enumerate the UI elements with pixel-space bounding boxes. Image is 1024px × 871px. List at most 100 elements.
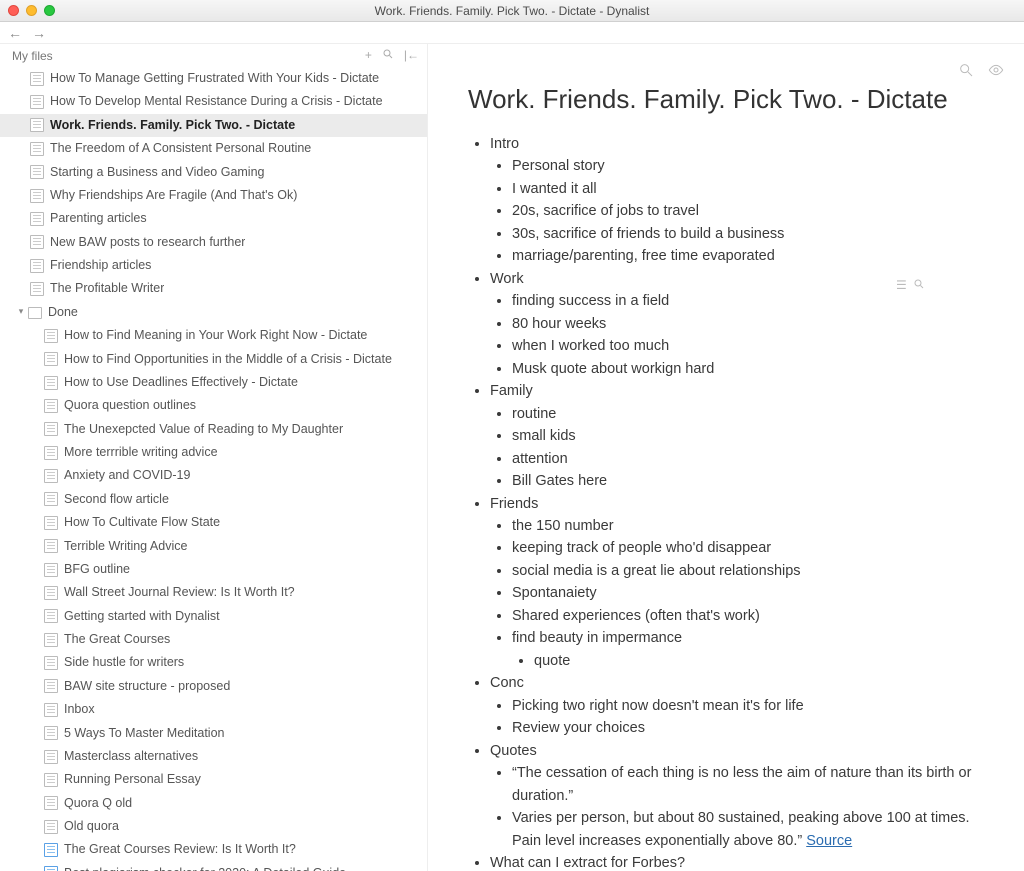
bullet-section[interactable]: What can I extract for Forbes?dictate th…	[490, 852, 984, 871]
file-label: Running Personal Essay	[64, 770, 201, 789]
sidebar-file[interactable]: How To Cultivate Flow State	[0, 511, 427, 534]
file-label: The Great Courses Review: Is It Worth It…	[64, 840, 296, 859]
sidebar-file[interactable]: The Unexepcted Value of Reading to My Da…	[0, 418, 427, 441]
bullet-item[interactable]: 80 hour weeks	[512, 313, 984, 335]
bullet-item[interactable]: attention	[512, 448, 984, 470]
file-label: Best plagiarism checker for 2020: A Deta…	[64, 864, 346, 871]
bullet-item[interactable]: Bill Gates here	[512, 470, 984, 492]
bullet-item[interactable]: I wanted it all	[512, 178, 984, 200]
sidebar-folder-done[interactable]: ▾Done	[0, 301, 427, 324]
sidebar-file[interactable]: New BAW posts to research further	[0, 231, 427, 254]
bullet-item[interactable]: Varies per person, but about 80 sustaine…	[512, 807, 984, 852]
sidebar-file[interactable]: The Profitable Writer	[0, 277, 427, 300]
sidebar-file[interactable]: Quora question outlines	[0, 394, 427, 417]
bullet-section[interactable]: ConcPicking two right now doesn't mean i…	[490, 672, 984, 739]
file-label: Getting started with Dynalist	[64, 607, 220, 626]
sidebar-actions: + |←	[365, 48, 419, 63]
file-tree[interactable]: How To Manage Getting Frustrated With Yo…	[0, 67, 427, 871]
bullet-item[interactable]: 20s, sacrifice of jobs to travel	[512, 200, 984, 222]
bullet-item[interactable]: Personal story	[512, 155, 984, 177]
sidebar-file[interactable]: BAW site structure - proposed	[0, 675, 427, 698]
sidebar-file[interactable]: Masterclass alternatives	[0, 745, 427, 768]
new-file-button[interactable]: +	[365, 48, 372, 63]
folder-label: Done	[48, 303, 78, 322]
sidebar-search-button[interactable]	[382, 48, 394, 63]
bullet-item[interactable]: find beauty in impermancequote	[512, 627, 984, 672]
bullet-item[interactable]: quote	[534, 650, 984, 672]
sidebar-file[interactable]: More terrrible writing advice	[0, 441, 427, 464]
sidebar-file[interactable]: Inbox	[0, 698, 427, 721]
sidebar-title: My files	[12, 49, 53, 63]
bullet-item[interactable]: social media is a great lie about relati…	[512, 560, 984, 582]
sidebar-file[interactable]: Wall Street Journal Review: Is It Worth …	[0, 581, 427, 604]
file-label: How To Develop Mental Resistance During …	[50, 92, 383, 111]
file-label: Side hustle for writers	[64, 653, 184, 672]
doc-icon	[30, 282, 44, 296]
bullet-zoom-icon[interactable]	[913, 278, 925, 293]
sidebar-file[interactable]: The Freedom of A Consistent Personal Rou…	[0, 137, 427, 160]
bullet-item[interactable]: Review your choices	[512, 717, 984, 739]
bullet-item[interactable]: when I worked too much	[512, 335, 984, 357]
bullet-hover-tools: ☰	[896, 278, 925, 293]
sidebar-file[interactable]: Starting a Business and Video Gaming	[0, 161, 427, 184]
doc-icon	[44, 422, 58, 436]
sidebar-file[interactable]: Work. Friends. Family. Pick Two. - Dicta…	[0, 114, 427, 137]
bullet-item[interactable]: the 150 number	[512, 515, 984, 537]
doc-icon	[44, 329, 58, 343]
bullet-section[interactable]: Quotes“The cessation of each thing is no…	[490, 740, 984, 852]
sidebar-sort-button[interactable]: |←	[404, 48, 419, 63]
bullet-item[interactable]: finding success in a field	[512, 290, 984, 312]
bullet-section[interactable]: IntroPersonal storyI wanted it all20s, s…	[490, 133, 984, 268]
sidebar-file[interactable]: How to Use Deadlines Effectively - Dicta…	[0, 371, 427, 394]
back-button[interactable]: ←	[8, 25, 22, 41]
sidebar-file[interactable]: Second flow article	[0, 488, 427, 511]
sidebar-file[interactable]: Getting started with Dynalist	[0, 605, 427, 628]
forward-button[interactable]: →	[32, 25, 46, 41]
file-label: Wall Street Journal Review: Is It Worth …	[64, 583, 295, 602]
bullet-section[interactable]: Friendsthe 150 numberkeeping track of pe…	[490, 493, 984, 673]
file-label: Terrible Writing Advice	[64, 537, 187, 556]
bullet-item[interactable]: “The cessation of each thing is no less …	[512, 762, 984, 807]
bullet-item[interactable]: 30s, sacrifice of friends to build a bus…	[512, 223, 984, 245]
doc-icon	[44, 773, 58, 787]
file-label: Old quora	[64, 817, 119, 836]
app-body: My files + |← How To Manage Getting Frus…	[0, 44, 1024, 871]
bullet-item[interactable]: Picking two right now doesn't mean it's …	[512, 695, 984, 717]
sidebar-file[interactable]: Quora Q old	[0, 792, 427, 815]
bullet-item[interactable]: Spontanaiety	[512, 582, 984, 604]
sidebar-file[interactable]: Side hustle for writers	[0, 651, 427, 674]
sidebar-file[interactable]: 5 Ways To Master Meditation	[0, 722, 427, 745]
sidebar-file[interactable]: Anxiety and COVID-19	[0, 464, 427, 487]
source-link[interactable]: Source	[806, 833, 852, 849]
sidebar-file[interactable]: The Great Courses	[0, 628, 427, 651]
bullet-item[interactable]: Musk quote about workign hard	[512, 358, 984, 380]
sidebar-file[interactable]: How to Find Opportunities in the Middle …	[0, 348, 427, 371]
sidebar-file[interactable]: How To Manage Getting Frustrated With Yo…	[0, 67, 427, 90]
sidebar-file[interactable]: Why Friendships Are Fragile (And That's …	[0, 184, 427, 207]
sidebar-file[interactable]: Running Personal Essay	[0, 768, 427, 791]
view-mode-icon[interactable]	[988, 62, 1004, 83]
sidebar-file[interactable]: Terrible Writing Advice	[0, 535, 427, 558]
search-icon[interactable]	[958, 62, 974, 83]
doc-icon	[44, 539, 58, 553]
bullet-item[interactable]: small kids	[512, 425, 984, 447]
sidebar-file[interactable]: Old quora	[0, 815, 427, 838]
document-content[interactable]: Work. Friends. Family. Pick Two. - Dicta…	[428, 44, 1024, 871]
bullet-section[interactable]: Familyroutinesmall kidsattentionBill Gat…	[490, 380, 984, 492]
document-title[interactable]: Work. Friends. Family. Pick Two. - Dicta…	[468, 84, 984, 115]
file-label: Starting a Business and Video Gaming	[50, 163, 264, 182]
bullet-item[interactable]: Shared experiences (often that's work)	[512, 605, 984, 627]
bullet-item[interactable]: keeping track of people who'd disappear	[512, 537, 984, 559]
sidebar-file[interactable]: Parenting articles	[0, 207, 427, 230]
sidebar-file[interactable]: The Great Courses Review: Is It Worth It…	[0, 838, 427, 861]
bullet-menu-icon[interactable]: ☰	[896, 278, 907, 293]
sidebar-header: My files + |←	[0, 44, 427, 67]
sidebar-file[interactable]: How to Find Meaning in Your Work Right N…	[0, 324, 427, 347]
doc-icon	[30, 72, 44, 86]
bullet-item[interactable]: routine	[512, 403, 984, 425]
sidebar-file[interactable]: How To Develop Mental Resistance During …	[0, 90, 427, 113]
bullet-item[interactable]: marriage/parenting, free time evaporated	[512, 245, 984, 267]
sidebar-file[interactable]: Best plagiarism checker for 2020: A Deta…	[0, 862, 427, 871]
sidebar-file[interactable]: BFG outline	[0, 558, 427, 581]
sidebar-file[interactable]: Friendship articles	[0, 254, 427, 277]
